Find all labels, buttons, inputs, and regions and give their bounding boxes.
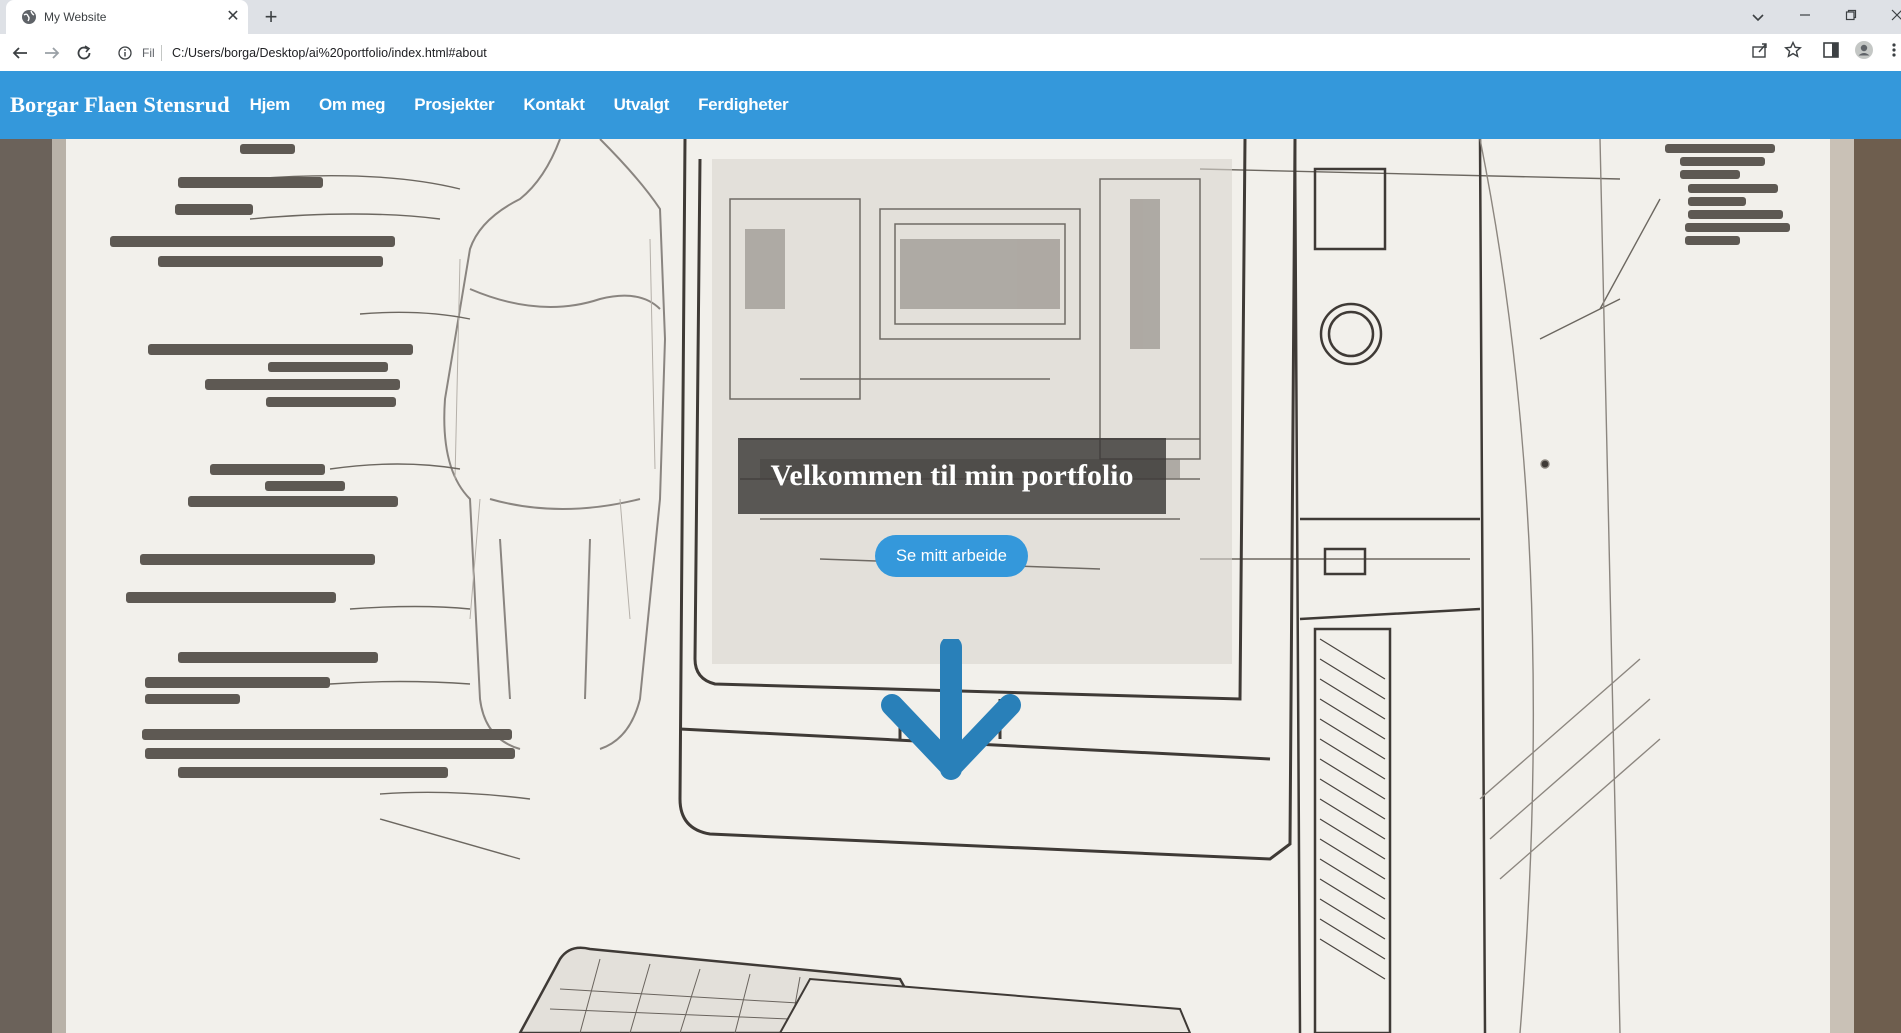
info-icon[interactable] [118,46,132,60]
site-header: Borgar Flaen Stensrud Hjem Om meg Prosje… [0,71,1901,139]
scheme-label: Fil [142,46,155,60]
hero-title: Velkommen til min portfolio [770,459,1134,492]
url-text[interactable]: C:/Users/borga/Desktop/ai%20portfolio/in… [172,46,487,60]
window-close-icon[interactable] [1874,0,1901,30]
tab-search-chevron-icon[interactable] [1748,7,1768,27]
globe-icon [22,10,36,24]
back-arrow-icon[interactable] [8,41,32,65]
star-icon[interactable] [1783,40,1803,60]
site-logo[interactable]: Borgar Flaen Stensrud [10,92,230,118]
tab-title: My Website [44,10,107,24]
minimize-icon[interactable] [1782,0,1828,30]
hero-background-sketch [0,139,1901,1033]
menu-icon[interactable] [1889,40,1899,60]
reload-icon[interactable] [72,41,96,65]
nav-link-utvalgt[interactable]: Utvalgt [614,95,670,115]
restore-icon[interactable] [1828,0,1874,30]
side-panel-icon[interactable] [1822,41,1840,59]
browser-toolbar: Fil C:/Users/borga/Desktop/ai%20portfoli… [0,34,1901,71]
nav-link-prosjekter[interactable]: Prosjekter [414,95,494,115]
tab-close-icon[interactable]: ✕ [224,8,242,26]
browser-tabstrip: My Website ✕ + [0,0,1901,34]
site-nav: Hjem Om meg Prosjekter Kontakt Utvalgt F… [250,95,818,115]
nav-link-kontakt[interactable]: Kontakt [523,95,584,115]
address-divider [161,45,162,61]
hero-title-box: Velkommen til min portfolio [738,438,1166,514]
hero-section: Velkommen til min portfolio Se mitt arbe… [0,139,1901,1033]
nav-link-om-meg[interactable]: Om meg [319,95,386,115]
share-icon[interactable] [1750,40,1770,60]
arrow-down-icon[interactable] [880,639,1022,785]
see-my-work-button[interactable]: Se mitt arbeide [875,535,1028,577]
forward-arrow-icon[interactable] [40,41,64,65]
nav-link-ferdigheter[interactable]: Ferdigheter [698,95,789,115]
address-bar[interactable]: Fil C:/Users/borga/Desktop/ai%20portfoli… [106,38,1786,68]
profile-icon[interactable] [1854,40,1874,60]
new-tab-plus-icon[interactable]: + [260,6,282,28]
browser-tab[interactable]: My Website ✕ [6,0,248,34]
nav-link-hjem[interactable]: Hjem [250,95,291,115]
